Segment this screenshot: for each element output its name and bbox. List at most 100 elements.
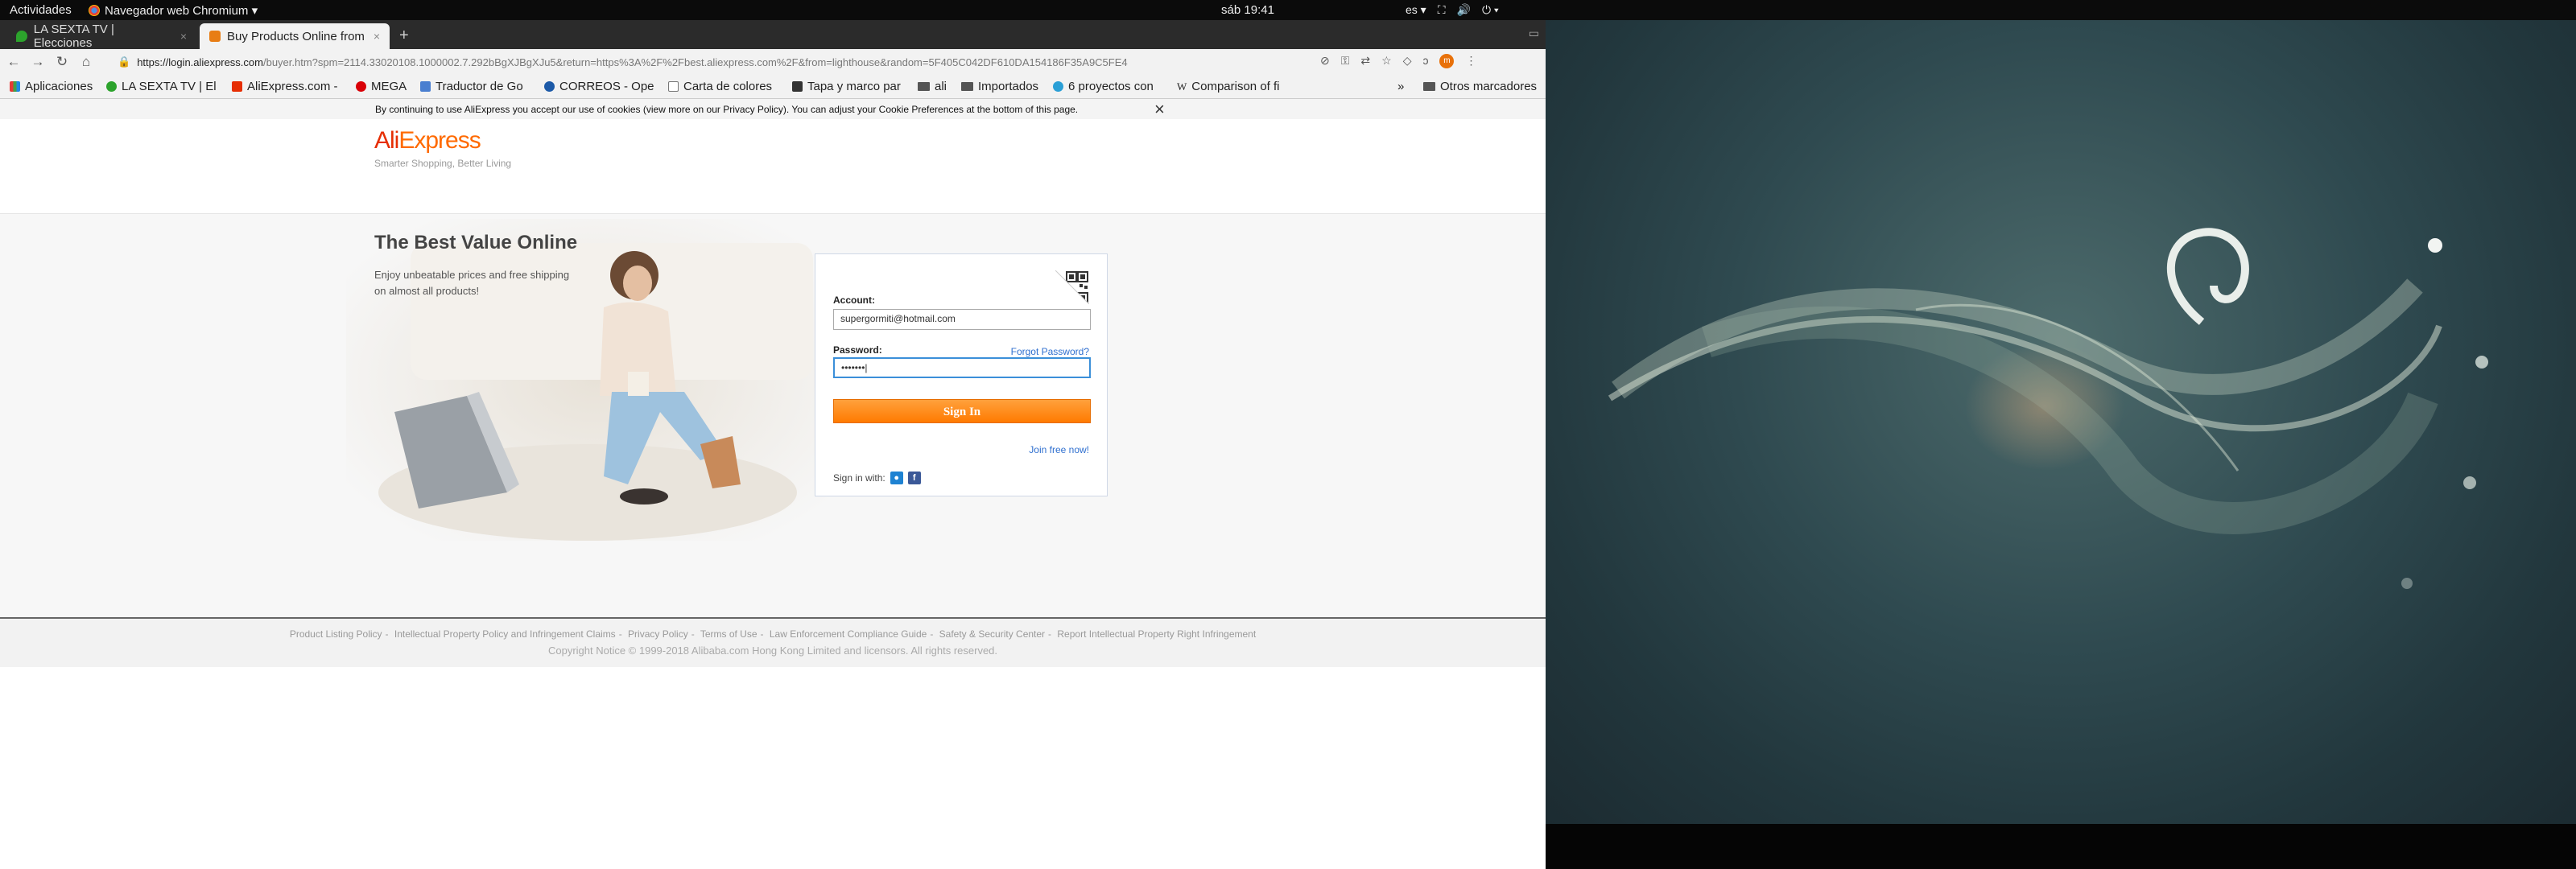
desktop-wallpaper xyxy=(1546,20,2576,824)
folder-icon xyxy=(961,82,973,91)
social-sign-in: Sign in with: ● f xyxy=(833,472,921,484)
bookmark-label: Aplicaciones xyxy=(25,80,93,93)
power-icon[interactable]: ⏻ ▾ xyxy=(1482,3,1499,17)
qr-code-icon[interactable] xyxy=(1055,270,1089,304)
extension-shield-icon[interactable]: ◇ xyxy=(1403,54,1412,68)
bookmark-label: MEGA xyxy=(371,80,407,93)
address-bar[interactable]: 🔒 https://login.aliexpress.com /buyer.ht… xyxy=(118,52,1309,72)
copyright: Copyright Notice © 1999-2018 Alibaba.com… xyxy=(547,645,998,657)
wikipedia-icon: W xyxy=(1177,80,1187,93)
logo-ali: Ali xyxy=(374,127,399,154)
volume-icon[interactable]: 🔊 xyxy=(1457,3,1471,17)
tab-label: Buy Products Online from xyxy=(227,29,365,43)
footer-separator: - xyxy=(691,628,695,640)
bookmark-label: ali xyxy=(935,80,947,93)
cookie-banner: By continuing to use AliExpress you acce… xyxy=(0,99,1546,119)
footer-link[interactable]: Law Enforcement Compliance Guide xyxy=(770,628,927,640)
lasexta-favicon-icon xyxy=(16,31,27,42)
back-icon[interactable]: ← xyxy=(3,54,24,70)
correos-icon xyxy=(544,81,555,92)
url-path: /buyer.htm?spm=2114.33020108.1000002.7.2… xyxy=(262,56,1128,68)
join-free-link[interactable]: Join free now! xyxy=(1029,444,1089,455)
new-tab-button[interactable]: + xyxy=(399,27,409,45)
footer-separator: - xyxy=(618,628,622,640)
home-icon[interactable]: ⌂ xyxy=(76,54,97,70)
footer-separator: - xyxy=(760,628,764,640)
bookmark-aliexpress[interactable]: AliExpress.com - xyxy=(232,80,338,93)
blocked-popup-icon[interactable]: ⊘ xyxy=(1320,54,1330,68)
translate-icon[interactable]: ⇄ xyxy=(1360,54,1370,68)
close-tab-icon[interactable]: × xyxy=(180,30,187,43)
close-tab-icon[interactable]: × xyxy=(374,30,380,43)
reload-icon[interactable]: ↻ xyxy=(52,54,72,70)
bookmarks-overflow-button[interactable]: » xyxy=(1397,80,1404,93)
chromium-icon xyxy=(89,5,100,16)
bookmark-label: AliExpress.com - xyxy=(247,80,338,93)
app-menu[interactable]: Navegador web Chromium ▾ xyxy=(89,3,258,18)
window-close-icon[interactable]: ▭ xyxy=(1529,27,1539,40)
tab-lasexta[interactable]: LA SEXTA TV | Elecciones × xyxy=(6,23,196,50)
other-bookmarks[interactable]: Otros marcadores xyxy=(1423,80,1537,93)
bookmark-correos[interactable]: CORREOS - Ope xyxy=(544,80,654,93)
tab-label: LA SEXTA TV | Elecciones xyxy=(33,23,114,50)
sign-in-button[interactable]: Sign In xyxy=(833,399,1091,423)
footer-link[interactable]: Intellectual Property Policy and Infring… xyxy=(394,628,616,640)
system-tray[interactable]: es ▾ ⛶ 🔊 ⏻ ▾ xyxy=(1406,3,1499,17)
bookmark-translate[interactable]: Traductor de Go xyxy=(420,80,523,93)
footer-link[interactable]: Product Listing Policy xyxy=(290,628,382,640)
bookmark-folder-ali[interactable]: ali xyxy=(918,80,947,93)
bookmark-proyectos[interactable]: 6 proyectos con xyxy=(1053,80,1154,93)
bookmark-label: Otros marcadores xyxy=(1440,80,1538,93)
facebook-icon[interactable]: f xyxy=(907,472,921,484)
key-icon[interactable]: ⚿ xyxy=(1341,54,1350,68)
footer-separator: - xyxy=(930,628,934,640)
mega-icon xyxy=(356,81,366,92)
bookmark-tapa[interactable]: Tapa y marco par xyxy=(792,80,901,93)
close-icon[interactable]: × xyxy=(1154,99,1165,120)
bookmark-label: CORREOS - Ope xyxy=(559,80,654,93)
footer-link[interactable]: Report Intellectual Property Right Infri… xyxy=(1057,628,1256,640)
bookmark-label: LA SEXTA TV | El xyxy=(122,80,217,93)
folder-icon xyxy=(1423,82,1435,91)
activities-button[interactable]: Actividades xyxy=(10,3,72,17)
bookmark-comparison[interactable]: W Comparison of fi xyxy=(1177,80,1280,93)
footer-link[interactable]: Privacy Policy xyxy=(628,628,688,640)
tab-aliexpress[interactable]: Buy Products Online from × xyxy=(200,23,390,49)
avatar[interactable]: m xyxy=(1439,54,1455,68)
network-icon[interactable]: ⛶ xyxy=(1438,3,1446,17)
footer-separator: - xyxy=(1048,628,1052,640)
bookmark-folder-importados[interactable]: Importados xyxy=(961,80,1038,93)
forgot-password-link[interactable]: Forgot Password? xyxy=(1011,346,1089,357)
bookmarks-bar: Aplicaciones LA SEXTA TV | El AliExpress… xyxy=(0,75,1546,99)
cloud-icon xyxy=(1053,81,1063,92)
bookmark-mega[interactable]: MEGA xyxy=(356,80,407,93)
star-bookmark-icon[interactable]: ☆ xyxy=(1381,54,1392,68)
bookmark-lasexta[interactable]: LA SEXTA TV | El xyxy=(106,80,217,93)
account-input[interactable]: supergormiti@hotmail.com xyxy=(833,309,1091,330)
keyboard-layout[interactable]: es ▾ xyxy=(1406,3,1426,17)
login-form: Account: supergormiti@hotmail.com Passwo… xyxy=(815,253,1108,496)
forward-icon[interactable]: → xyxy=(27,54,48,70)
menu-kebab-icon[interactable]: ⋮ xyxy=(1465,54,1476,68)
bookmark-apps[interactable]: Aplicaciones xyxy=(10,80,93,93)
bookmark-carta[interactable]: Carta de colores xyxy=(668,80,772,93)
aliexpress-logo[interactable]: AliExpress xyxy=(374,127,481,154)
extension-wave-icon[interactable]: ↄ xyxy=(1422,54,1428,68)
hero-title: The Best Value Online xyxy=(374,232,578,253)
sign-in-with-label: Sign in with: xyxy=(833,472,886,484)
footer-links: Product Listing Policy - Intellectual Pro… xyxy=(0,628,1546,640)
footer-link[interactable]: Safety & Security Center xyxy=(939,628,1045,640)
password-input[interactable]: •••••••| xyxy=(833,357,1091,378)
page-content: By continuing to use AliExpress you acce… xyxy=(0,99,1546,869)
apps-grid-icon xyxy=(10,81,20,92)
translate-icon xyxy=(420,81,431,92)
cookie-text: By continuing to use AliExpress you acce… xyxy=(375,104,1079,115)
debian-swirl xyxy=(1608,228,2488,589)
qq-icon[interactable]: ● xyxy=(890,472,903,484)
footer-link[interactable]: Terms of Use xyxy=(700,628,758,640)
clock[interactable]: sáb 19:41 xyxy=(1209,3,1286,17)
hero-subtitle: Enjoy unbeatable prices and free shippin… xyxy=(374,269,570,297)
extension-icons: ⊘ ⚿ ⇄ ☆ ◇ ↄ m ⋮ xyxy=(1320,54,1476,68)
footer-separator: - xyxy=(385,628,389,640)
aliexpress-icon xyxy=(232,81,242,92)
